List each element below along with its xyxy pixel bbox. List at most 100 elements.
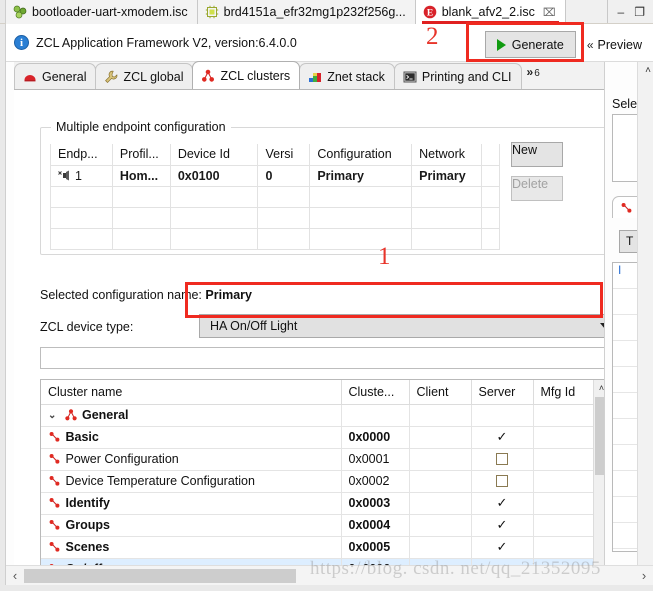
cell-client[interactable] [409,470,472,493]
cell-cluster-name: Device Temperature Configuration [41,470,342,493]
right-panel-label: Sele [612,97,638,111]
cell-empty [111,185,171,208]
delete-endpoint-button[interactable]: Delete [511,176,563,201]
cell-server[interactable] [471,448,534,471]
zcl-device-type-value: HA On/Off Light [210,319,298,333]
cell-empty [111,227,171,250]
zcl-device-type-label: ZCL device type: [40,320,134,334]
column-client[interactable]: Client [409,380,472,405]
column-version[interactable]: Versi [257,144,311,166]
table-row[interactable]: Scenes 0x0005 ✓ [41,536,595,559]
endpoint-side-buttons: New Delete [511,142,563,210]
scroll-left-icon[interactable]: ‹ [6,568,24,583]
info-icon: i [14,35,29,50]
minimize-button[interactable]: – [618,6,625,18]
checkbox-unchecked-icon[interactable] [496,453,508,465]
cell-configuration: Primary [309,164,413,187]
scroll-up-icon[interactable]: ˄ [645,65,651,76]
tab-general[interactable]: General [14,63,97,89]
zcl-device-type-select[interactable]: HA On/Off Light [199,314,617,338]
maximize-button[interactable]: ❐ [634,6,645,18]
table-header-row: Endp... Profil... Device Id Versi Config… [50,144,500,166]
cell-client[interactable] [409,492,472,515]
column-cluster-name[interactable]: Cluster name [41,380,342,405]
cell-empty [50,227,113,250]
cell-empty [257,206,311,229]
table-row[interactable] [50,206,500,229]
cell-server[interactable]: ✓ [471,536,534,559]
table-header-row: Cluster name Cluste... Client Server Mfg… [41,380,595,405]
tab-znet-stack[interactable]: Znet stack [299,63,395,89]
grid-first-cell: I [618,263,622,277]
check-icon: ✓ [496,517,508,532]
cell-client[interactable] [409,514,472,537]
scrollbar-track[interactable] [24,568,635,583]
table-row[interactable]: Groups 0x0004 ✓ [41,514,595,537]
table-row[interactable]: Basic 0x0000 ✓ [41,426,595,449]
cell-server[interactable] [471,404,534,427]
tab-zcl-clusters[interactable]: ZCL clusters [192,61,301,89]
preview-button[interactable]: « Preview [576,31,653,58]
horizontal-scrollbar[interactable]: ‹ › [6,565,653,585]
cell-client[interactable] [409,448,472,471]
cell-cluster-name: Scenes [41,536,342,559]
cell-client[interactable] [409,404,472,427]
tab-printing-and-cli[interactable]: Printing and CLI [393,63,522,89]
column-cluster-id[interactable]: Cluste... [341,380,410,405]
cell-cluster-id: 0x0002 [341,470,410,493]
cell-server[interactable]: ✓ [471,426,534,449]
cell-client[interactable] [409,426,472,449]
cell-empty [111,206,171,229]
editor-tab-brd4151a[interactable]: brd4151a_efr32mg1p232f256g... [197,0,416,24]
table-row[interactable]: Device Temperature Configuration 0x0002 [41,470,595,493]
generate-button[interactable]: Generate [484,31,576,58]
cell-server[interactable]: ✓ [471,492,534,515]
close-icon[interactable]: ⌧ [543,6,556,19]
cluster-nodes-icon [64,408,78,422]
cluster-dot-icon [48,496,62,510]
cluster-table[interactable]: Cluster name Cluste... Client Server Mfg… [41,380,595,572]
tab-zcl-global[interactable]: ZCL global [95,63,194,89]
cell-client[interactable] [409,536,472,559]
cell-empty [309,185,413,208]
cluster-name-label: Groups [65,518,110,532]
cell-server[interactable] [471,470,534,493]
checkbox-unchecked-icon[interactable] [496,475,508,487]
table-row[interactable] [50,227,500,250]
editor-tab-blank-afv2[interactable]: E blank_afv2_2.isc ⌧ [415,0,566,24]
scrollbar-thumb[interactable] [24,568,296,583]
table-row[interactable] [50,185,500,208]
column-mfg-id[interactable]: Mfg Id [533,380,595,405]
table-row[interactable]: 1 Hom... 0x0100 0 Primary Primary [50,164,500,187]
tab-label: ZCL global [123,69,184,84]
endpoint-table[interactable]: Endp... Profil... Device Id Versi Config… [50,144,500,250]
table-row[interactable]: Power Configuration 0x0001 [41,448,595,471]
column-network[interactable]: Network [411,144,482,166]
editor-tab-bootloader[interactable]: bootloader-uart-xmodem.isc [6,0,198,24]
cell-empty [257,227,311,250]
right-panel-vertical-scrollbar[interactable]: ˄ [637,62,653,591]
table-row[interactable]: ⌄ General [41,404,595,427]
scroll-right-icon[interactable]: › [635,568,653,583]
column-server[interactable]: Server [471,380,534,405]
multiple-endpoint-configuration-group: Multiple endpoint configuration Endp... … [40,120,610,255]
column-configuration[interactable]: Configuration [309,144,413,166]
tab-overflow-button[interactable]: » 6 [521,62,546,88]
cluster-filter-input[interactable] [40,347,617,369]
cluster-name-label: Basic [65,430,99,444]
cell-empty [481,185,500,208]
column-profile[interactable]: Profil... [111,144,171,166]
cell-server[interactable]: ✓ [471,514,534,537]
new-endpoint-button[interactable]: New [511,142,563,167]
column-endpoint[interactable]: Endp... [50,144,113,166]
chevron-down-icon[interactable]: ⌄ [48,410,59,421]
column-extra[interactable] [481,144,500,166]
editor-tab-strip: bootloader-uart-xmodem.isc brd4151a_efr3… [0,0,653,24]
cell-empty [481,227,500,250]
cell-mfg-id [533,536,595,559]
tab-overflow-count: 6 [534,68,540,79]
bottom-rail [0,585,653,591]
column-device-id[interactable]: Device Id [169,144,259,166]
framework-info: i ZCL Application Framework V2, version:… [14,35,297,50]
table-row[interactable]: Identify 0x0003 ✓ [41,492,595,515]
